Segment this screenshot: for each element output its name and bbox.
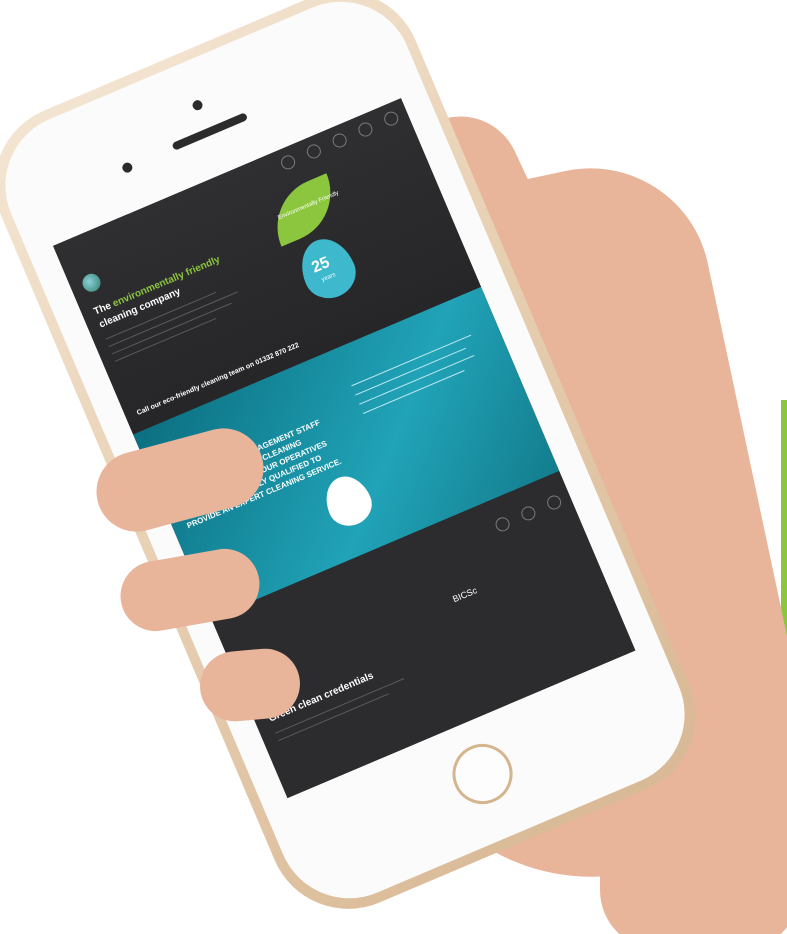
nav-icon[interactable] <box>493 515 512 534</box>
nav-icon[interactable] <box>330 131 349 150</box>
earpiece-speaker <box>171 112 249 151</box>
top-nav <box>278 109 401 172</box>
hero-heading: The environmentally friendly <box>92 254 222 318</box>
text-line <box>359 354 475 405</box>
nav-icon[interactable] <box>382 109 401 128</box>
section-nav <box>493 493 564 534</box>
home-button[interactable] <box>443 734 522 814</box>
text-line <box>351 334 472 387</box>
text-line <box>362 370 465 414</box>
text-line <box>355 347 467 396</box>
nav-icon[interactable] <box>356 120 375 139</box>
service-drop-badge <box>318 469 379 533</box>
nav-icon[interactable] <box>544 493 564 512</box>
text-line <box>114 317 217 362</box>
front-camera <box>190 98 205 112</box>
proximity-sensor <box>120 161 134 175</box>
nav-icon[interactable] <box>278 153 298 172</box>
bicsc-badge: BICSc <box>451 585 479 605</box>
photo-scene: The environmentally friendly cleaning co… <box>0 0 787 934</box>
nav-icon[interactable] <box>519 504 538 523</box>
nav-icon[interactable] <box>304 142 324 161</box>
site-logo[interactable] <box>79 270 104 295</box>
